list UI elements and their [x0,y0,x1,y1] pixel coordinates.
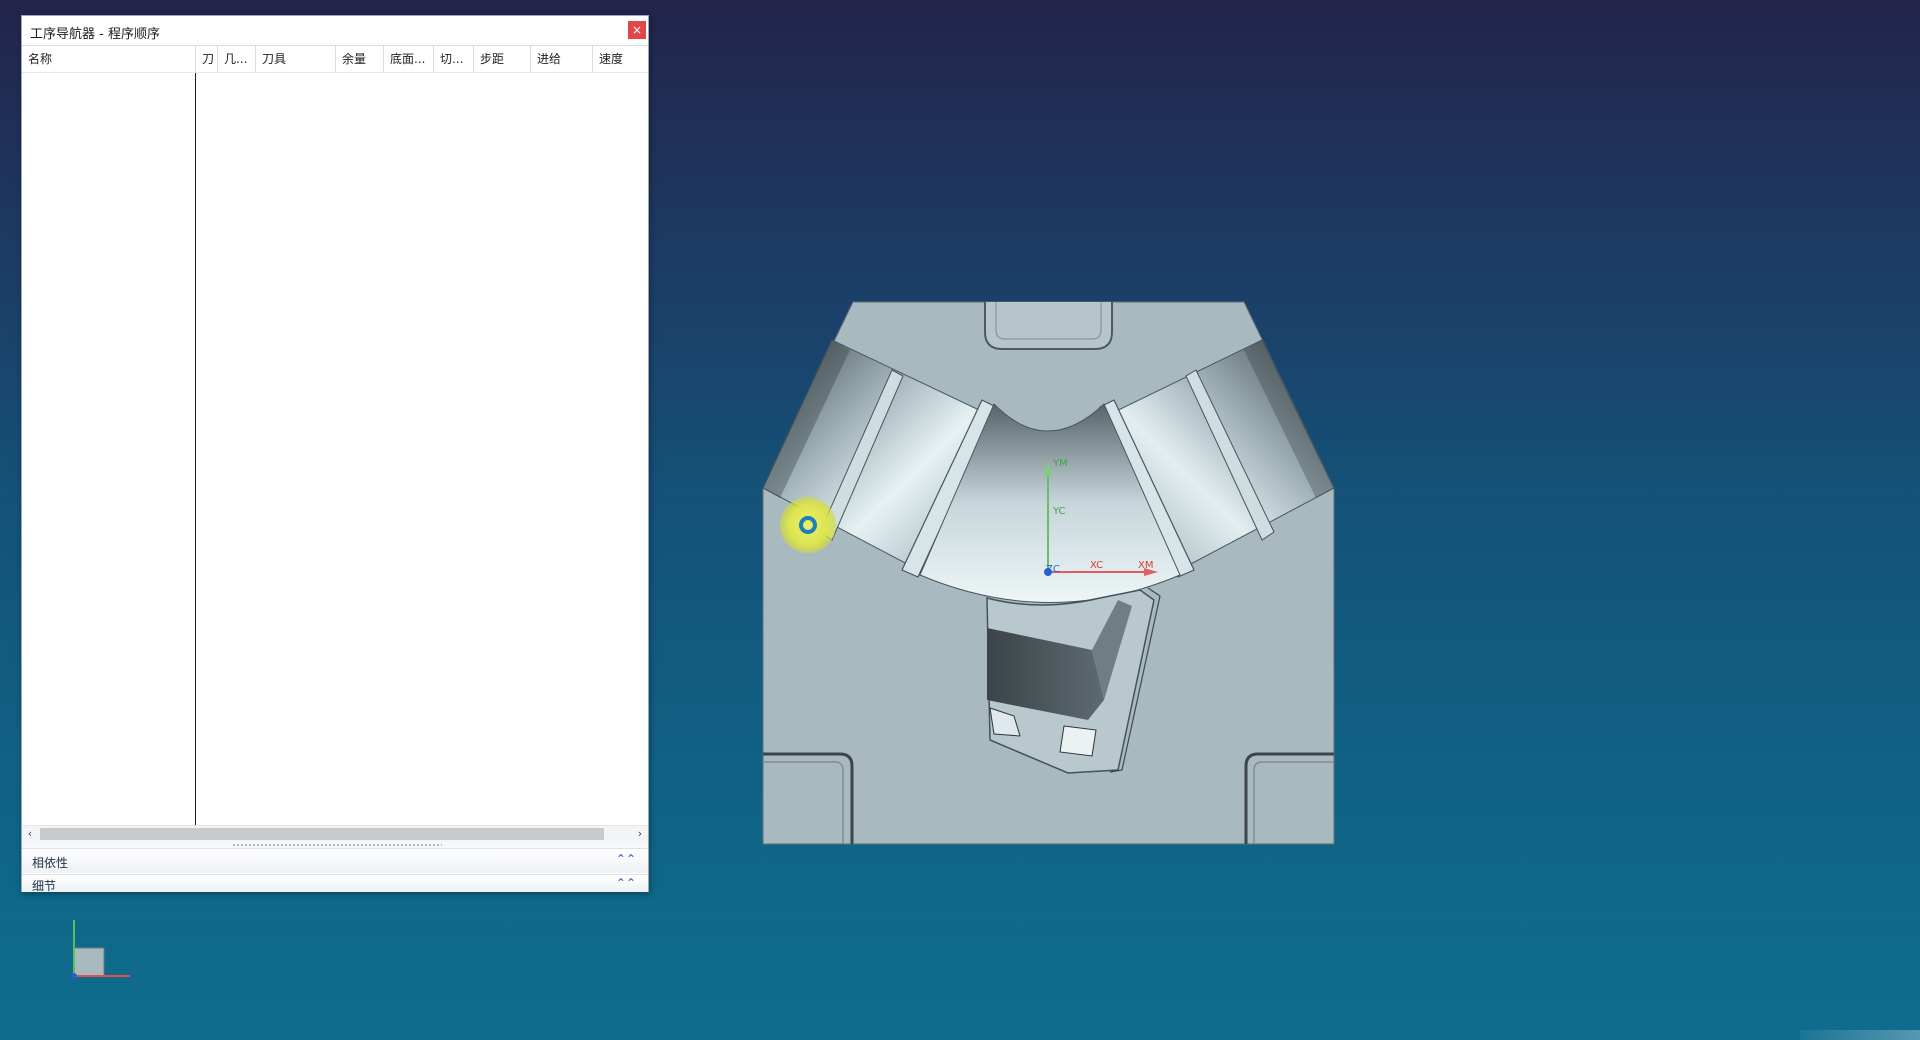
scroll-left-icon[interactable]: ‹ [22,826,38,842]
view-triad [71,920,130,979]
operation-navigator: 工序导航器 - 程序顺序 × 名称 刀 几... 刀具 余量 底面... 切..… [21,15,649,893]
axis-label-yc: YC [1052,506,1066,517]
splitter-grip-icon [232,844,442,846]
column-feed[interactable]: 进给 [531,46,593,72]
cursor-highlight [780,497,836,553]
navigator-title: 工序导航器 - 程序顺序 [30,27,160,42]
dependencies-panel[interactable]: 相依性 ⌃⌃ [22,848,648,873]
column-stepover[interactable]: 步距 [474,46,531,72]
column-stock[interactable]: 余量 [336,46,384,72]
navigator-titlebar[interactable]: 工序导航器 - 程序顺序 × [22,16,648,46]
details-label: 细节 [32,879,57,893]
axis-label-zc: ZC [1046,564,1060,575]
column-header-row: 名称 刀 几... 刀具 余量 底面... 切... 步距 进给 速度 [22,46,648,73]
tree-column-divider[interactable] [195,73,196,825]
close-button[interactable]: × [628,21,646,39]
horizontal-scrollbar[interactable]: ‹ › [22,825,648,842]
column-name[interactable]: 名称 [22,46,196,72]
column-geometry[interactable]: 几... [218,46,256,72]
column-tool[interactable]: 刀具 [256,46,336,72]
column-speed[interactable]: 速度 [593,46,648,72]
column-floor-stock[interactable]: 底面... [384,46,434,72]
viewport-edge-scrollbar [1800,1030,1920,1040]
axis-label-ym: YM [1052,458,1068,469]
scrollbar-thumb[interactable] [40,828,604,840]
column-tool-short[interactable]: 刀 [196,46,218,72]
scroll-right-icon[interactable]: › [632,826,648,842]
column-cut[interactable]: 切... [434,46,474,72]
expand-chevron-icon[interactable]: ⌃⌃ [616,876,636,890]
graphics-viewport[interactable]: YM YC ZC XC XM 工序导航器 - 程序顺序 × 名称 刀 几... … [0,0,1920,1040]
axis-label-xm: XM [1138,560,1153,571]
top-notch [984,302,1113,350]
operation-tree[interactable] [22,73,648,825]
dependencies-label: 相依性 [32,856,69,870]
expand-chevron-icon[interactable]: ⌃⌃ [616,852,636,866]
axis-label-xc: XC [1090,560,1103,571]
details-panel[interactable]: 细节 ⌃⌃ [22,874,648,893]
